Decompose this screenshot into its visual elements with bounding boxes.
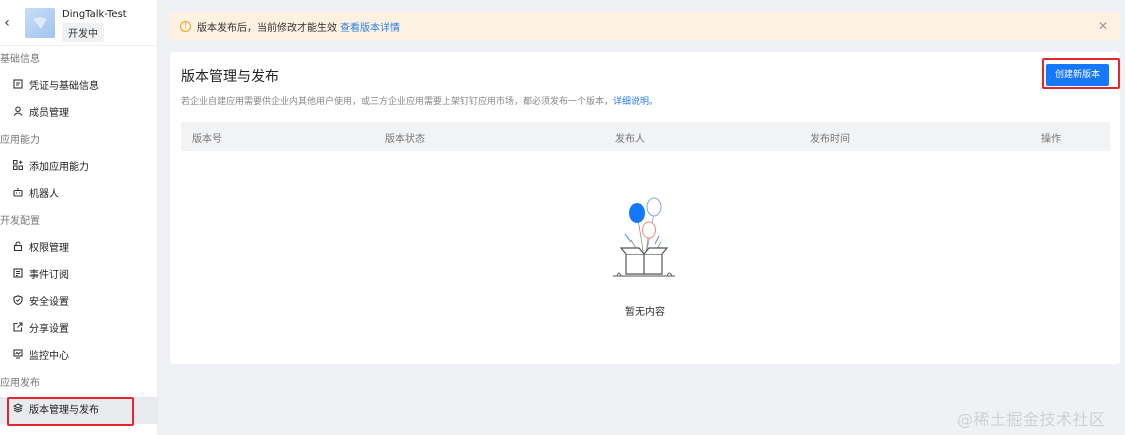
sidebar: ‹ DingTalk-Test 开发中 基础信息 凭证与基础信息 成员管理 应用… (0, 0, 158, 435)
app-name: DingTalk-Test (62, 9, 127, 20)
page-title: 版本管理与发布 (181, 69, 279, 85)
column-header-status: 版本状态 (385, 134, 425, 145)
column-header-actions: 操作 (1041, 134, 1061, 145)
sidebar-item-security[interactable]: 安全设置 (0, 289, 157, 316)
sidebar-item-permissions[interactable]: 权限管理 (0, 235, 157, 262)
group-title-dev-config: 开发配置 (0, 216, 40, 227)
warning-icon: ! (180, 20, 191, 32)
share-icon (12, 316, 24, 343)
page-description: 若企业自建应用需要供企业内其他用户使用，或三方企业应用需要上架钉钉应用市场，都必… (181, 94, 658, 107)
sidebar-item-label: 机器人 (29, 189, 59, 200)
monitor-icon (12, 343, 24, 370)
app-logo (25, 8, 55, 38)
user-icon (12, 100, 24, 127)
column-header-version: 版本号 (192, 134, 222, 145)
sidebar-item-label: 权限管理 (29, 243, 69, 254)
sidebar-item-robot[interactable]: 机器人 (0, 181, 157, 208)
sidebar-item-share[interactable]: 分享设置 (0, 316, 157, 343)
notice-text: 版本发布后，当前修改才能生效 (197, 22, 337, 34)
close-icon[interactable]: ✕ (1098, 19, 1108, 33)
sidebar-item-label: 监控中心 (29, 351, 69, 362)
sidebar-item-label: 分享设置 (29, 324, 69, 335)
robot-icon (12, 181, 24, 208)
app-header: ‹ DingTalk-Test 开发中 (0, 0, 157, 46)
sidebar-item-label: 添加应用能力 (29, 162, 89, 173)
notice-link[interactable]: 查看版本详情 (340, 19, 400, 34)
version-card: 版本管理与发布 若企业自建应用需要供企业内其他用户使用，或三方企业应用需要上架钉… (170, 52, 1120, 364)
group-title-capability: 应用能力 (0, 135, 40, 146)
back-arrow-icon[interactable]: ‹ (0, 15, 14, 31)
empty-balloon-box-icon (613, 197, 675, 277)
group-title-basic: 基础信息 (0, 54, 40, 65)
sidebar-item-label: 事件订阅 (29, 270, 69, 281)
group-title-publish: 应用发布 (0, 378, 40, 389)
empty-state-text: 暂无内容 (625, 307, 665, 318)
app-logo-icon (33, 17, 47, 29)
event-icon (12, 262, 24, 289)
sidebar-item-label: 成员管理 (29, 108, 69, 119)
column-header-publisher: 发布人 (615, 134, 645, 145)
column-header-publish-time: 发布时间 (810, 134, 850, 145)
shield-icon (12, 289, 24, 316)
sidebar-item-label: 安全设置 (29, 297, 69, 308)
sidebar-item-credentials[interactable]: 凭证与基础信息 (0, 73, 157, 100)
sidebar-item-members[interactable]: 成员管理 (0, 100, 157, 127)
app-status-badge: 开发中 (62, 23, 104, 42)
highlight-box-button (1042, 58, 1120, 89)
highlight-box-sidebar (7, 397, 134, 426)
sidebar-item-event-subscription[interactable]: 事件订阅 (0, 262, 157, 289)
description-link[interactable]: 详细说明。 (613, 97, 658, 107)
lock-icon (12, 235, 24, 262)
sidebar-item-label: 凭证与基础信息 (29, 81, 99, 92)
notice-bar: ! 版本发布后，当前修改才能生效 查看版本详情 ✕ (170, 12, 1120, 40)
sidebar-item-add-capability[interactable]: 添加应用能力 (0, 154, 157, 181)
sidebar-item-monitor[interactable]: 监控中心 (0, 343, 157, 370)
credential-icon (12, 73, 24, 100)
description-text: 若企业自建应用需要供企业内其他用户使用，或三方企业应用需要上架钉钉应用市场，都必… (181, 97, 614, 107)
add-capability-icon (12, 154, 24, 181)
table-header: 版本号 版本状态 发布人 发布时间 操作 (181, 122, 1110, 151)
watermark: @稀土掘金技术社区 (957, 410, 1106, 429)
